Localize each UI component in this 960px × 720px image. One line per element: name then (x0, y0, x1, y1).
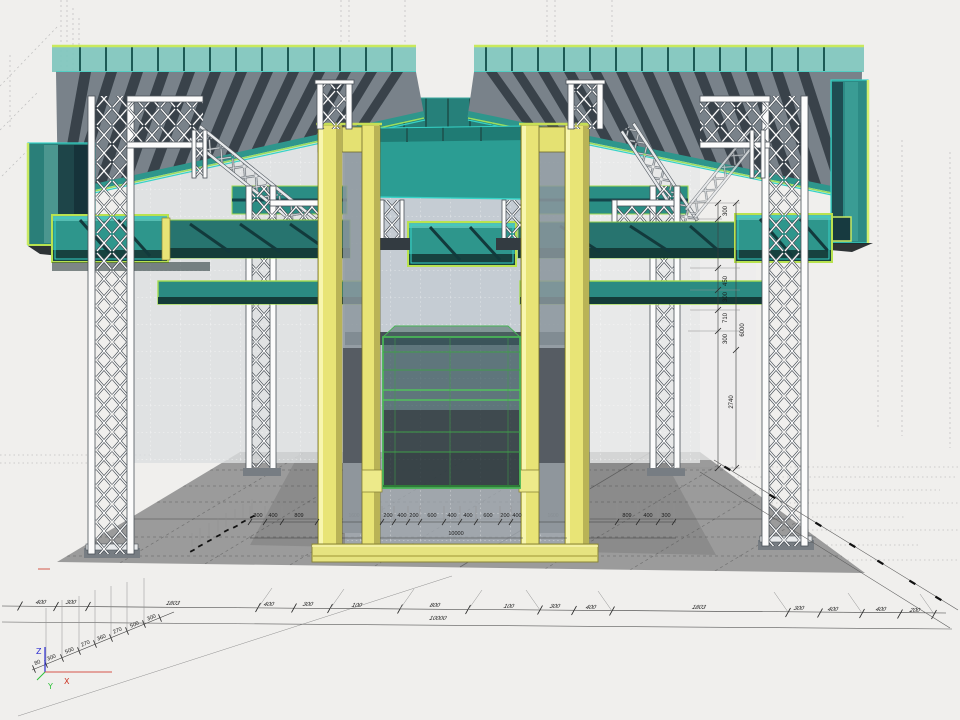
dim-label: 450 (723, 275, 729, 286)
portal-frame-left[interactable] (316, 124, 382, 556)
dim-label: 600 (483, 513, 492, 519)
dim-label: 200 (500, 513, 509, 519)
dim-label: 300 (723, 205, 729, 216)
dim-label: 1600 (547, 513, 558, 519)
dim-label: 600 (427, 513, 436, 519)
dim-label: 710 (723, 312, 729, 323)
dim-total-label: 10000 (448, 531, 463, 537)
dim-label: 809 (294, 513, 303, 519)
dim-label: 1600 (348, 513, 359, 519)
dim-label: 400 (512, 513, 521, 519)
dim-label: 400 (463, 513, 472, 519)
x-axis-label: X (64, 677, 70, 686)
glass-cage[interactable] (383, 326, 520, 488)
top-truss-right[interactable] (566, 80, 605, 129)
dim-label: 400 (643, 513, 652, 519)
right-end-wall[interactable] (830, 80, 873, 252)
dim-total-label: 6000 (740, 323, 746, 337)
center-canopy[interactable] (377, 126, 531, 199)
top-truss-left[interactable] (315, 80, 354, 129)
portal-frame-right[interactable] (519, 124, 591, 556)
dim-label: 400 (268, 513, 277, 519)
dim-label: 200 (383, 513, 392, 519)
dim-label: 300 (723, 291, 729, 302)
dim-label: 200 (409, 513, 418, 519)
dim-label: 300 (661, 513, 670, 519)
y-axis-label: Y (47, 682, 53, 691)
cad-viewport[interactable]: 300 450 300 710 300 2740 6000 300 400 80… (0, 0, 960, 720)
dim-label: 809 (622, 513, 631, 519)
dim-label: 400 (397, 513, 406, 519)
dim-label: 400 (447, 513, 456, 519)
stage-base-frame[interactable] (312, 544, 598, 562)
dim-label: 2740 (729, 395, 735, 409)
z-axis-label: Z (36, 647, 42, 656)
dim-label: 300 (723, 333, 729, 344)
